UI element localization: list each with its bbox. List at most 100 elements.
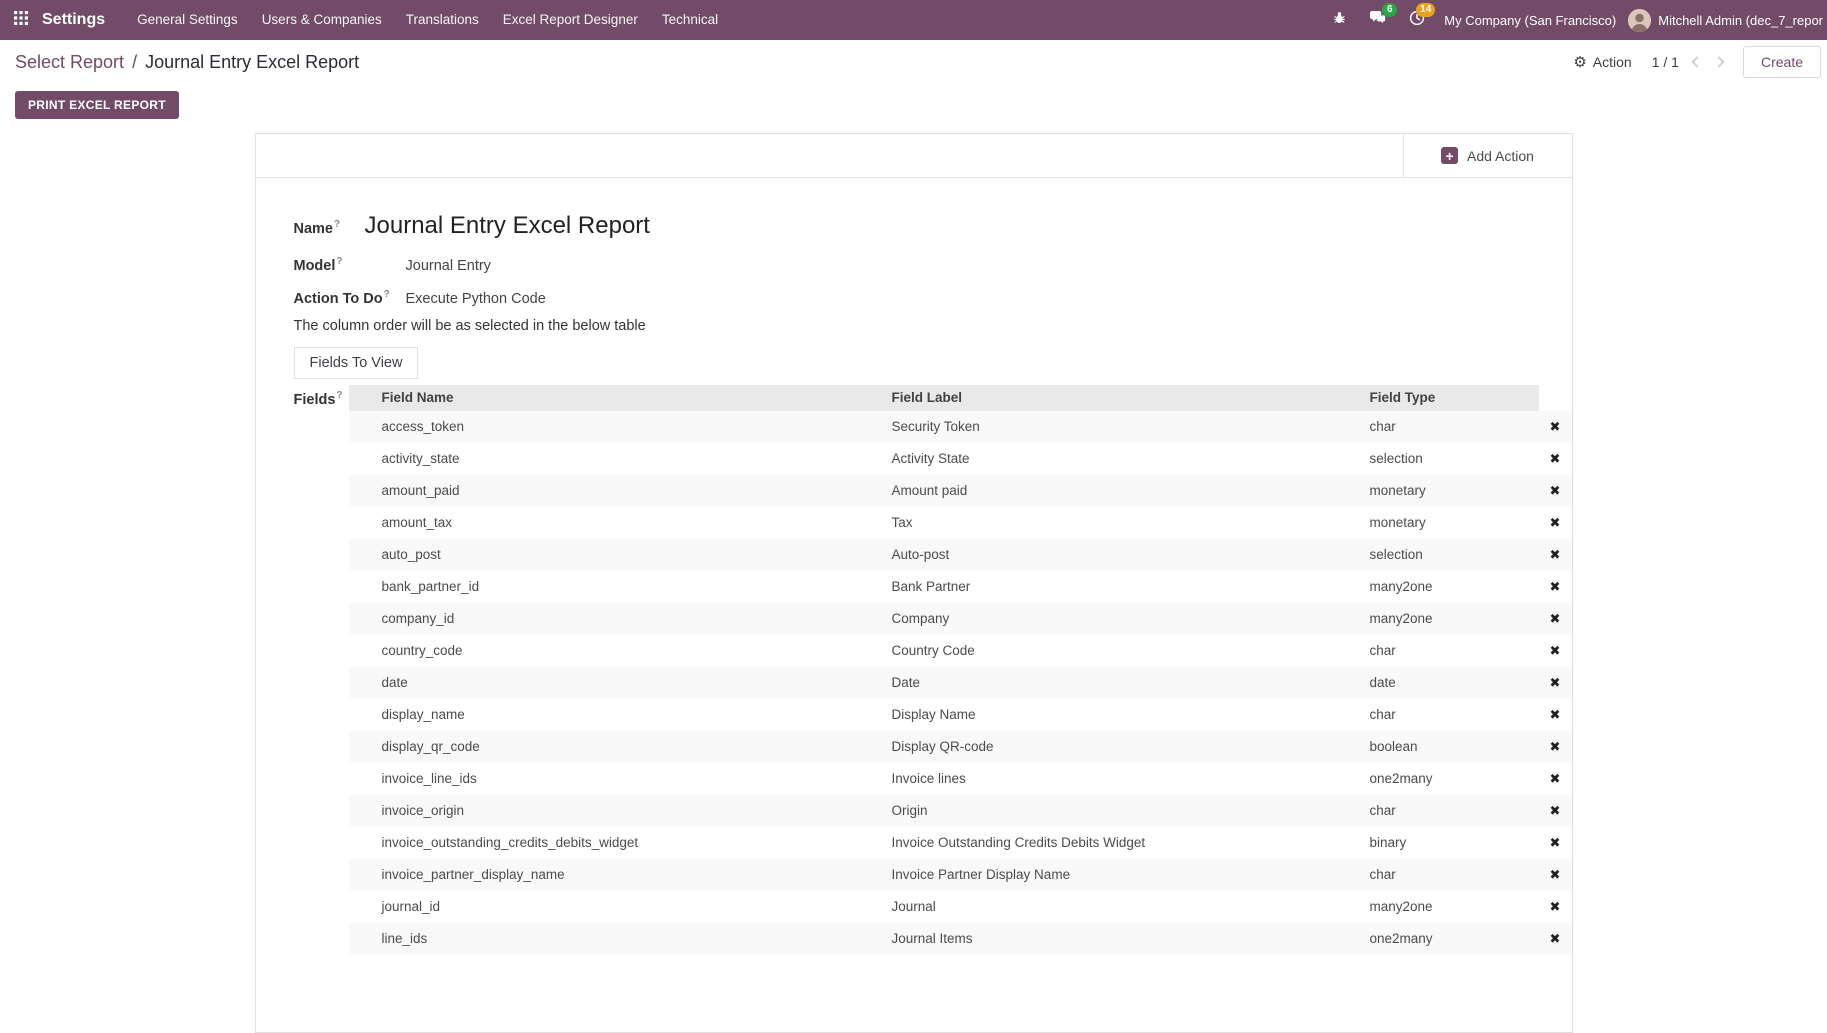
delete-row-button[interactable]: ✖ xyxy=(1539,931,1572,947)
action-to-do-field-value[interactable]: Execute Python Code xyxy=(406,291,546,307)
field-type-cell[interactable]: many2one xyxy=(1370,579,1539,594)
company-switcher[interactable]: My Company (San Francisco) xyxy=(1444,13,1616,28)
field-name-cell[interactable]: invoice_partner_display_name xyxy=(382,867,892,882)
table-row[interactable]: display_name Display Name char ✖ xyxy=(349,699,1572,731)
menu-item-excel-report-designer[interactable]: Excel Report Designer xyxy=(491,0,650,40)
field-name-cell[interactable]: auto_post xyxy=(382,547,892,562)
table-row[interactable]: display_qr_code Display QR-code boolean … xyxy=(349,731,1572,763)
model-field-value[interactable]: Journal Entry xyxy=(406,258,491,274)
field-label-cell[interactable]: Amount paid xyxy=(892,483,1370,498)
field-name-cell[interactable]: journal_id xyxy=(382,899,892,914)
activities-button[interactable]: 14 xyxy=(1398,0,1436,40)
delete-row-button[interactable]: ✖ xyxy=(1539,899,1572,915)
field-label-cell[interactable]: Invoice Outstanding Credits Debits Widge… xyxy=(892,835,1370,850)
field-type-cell[interactable]: date xyxy=(1370,675,1539,690)
field-label-column-header[interactable]: Field Label xyxy=(892,385,1370,411)
debug-mode-button[interactable] xyxy=(1321,0,1358,40)
table-row[interactable]: line_ids Journal Items one2many ✖ xyxy=(349,923,1572,955)
delete-row-button[interactable]: ✖ xyxy=(1539,867,1572,883)
field-name-cell[interactable]: bank_partner_id xyxy=(382,579,892,594)
field-type-cell[interactable]: monetary xyxy=(1370,515,1539,530)
field-label-cell[interactable]: Company xyxy=(892,611,1370,626)
menu-item-users-companies[interactable]: Users & Companies xyxy=(250,0,394,40)
field-type-cell[interactable]: selection xyxy=(1370,547,1539,562)
field-label-cell[interactable]: Invoice lines xyxy=(892,771,1370,786)
table-row[interactable]: auto_post Auto-post selection ✖ xyxy=(349,539,1572,571)
delete-row-button[interactable]: ✖ xyxy=(1539,483,1572,499)
table-row[interactable]: invoice_origin Origin char ✖ xyxy=(349,795,1572,827)
field-type-cell[interactable]: boolean xyxy=(1370,739,1539,754)
field-name-cell[interactable]: line_ids xyxy=(382,931,892,946)
field-label-cell[interactable]: Invoice Partner Display Name xyxy=(892,867,1370,882)
table-row[interactable]: amount_paid Amount paid monetary ✖ xyxy=(349,475,1572,507)
field-type-cell[interactable]: char xyxy=(1370,803,1539,818)
current-app-name[interactable]: Settings xyxy=(42,11,105,29)
field-name-cell[interactable]: display_name xyxy=(382,707,892,722)
field-type-cell[interactable]: one2many xyxy=(1370,931,1539,946)
delete-row-button[interactable]: ✖ xyxy=(1539,707,1572,723)
field-name-column-header[interactable]: Field Name xyxy=(382,385,892,411)
field-label-cell[interactable]: Journal Items xyxy=(892,931,1370,946)
table-row[interactable]: amount_tax Tax monetary ✖ xyxy=(349,507,1572,539)
field-label-cell[interactable]: Display Name xyxy=(892,707,1370,722)
delete-row-button[interactable]: ✖ xyxy=(1539,579,1572,595)
field-label-cell[interactable]: Security Token xyxy=(892,419,1370,434)
delete-row-button[interactable]: ✖ xyxy=(1539,451,1572,467)
tab-fields-to-view[interactable]: Fields To View xyxy=(294,347,419,379)
breadcrumb-parent-link[interactable]: Select Report xyxy=(15,52,124,73)
delete-row-button[interactable]: ✖ xyxy=(1539,611,1572,627)
field-label-cell[interactable]: Journal xyxy=(892,899,1370,914)
print-excel-report-button[interactable]: PRINT EXCEL REPORT xyxy=(15,91,179,119)
field-type-cell[interactable]: char xyxy=(1370,643,1539,658)
add-action-button[interactable]: + Add Action xyxy=(1403,134,1572,177)
field-label-cell[interactable]: Origin xyxy=(892,803,1370,818)
field-type-cell[interactable]: many2one xyxy=(1370,611,1539,626)
table-row[interactable]: invoice_line_ids Invoice lines one2many … xyxy=(349,763,1572,795)
field-label-cell[interactable]: Bank Partner xyxy=(892,579,1370,594)
pager-previous-icon[interactable] xyxy=(1691,56,1702,67)
delete-row-button[interactable]: ✖ xyxy=(1539,835,1572,851)
table-row[interactable]: bank_partner_id Bank Partner many2one ✖ xyxy=(349,571,1572,603)
pager-next-icon[interactable] xyxy=(1713,56,1724,67)
field-name-cell[interactable]: amount_paid xyxy=(382,483,892,498)
delete-row-button[interactable]: ✖ xyxy=(1539,419,1572,435)
user-menu[interactable]: Mitchell Admin (dec_7_repor xyxy=(1658,13,1823,28)
field-type-cell[interactable]: monetary xyxy=(1370,483,1539,498)
field-name-cell[interactable]: access_token xyxy=(382,419,892,434)
field-type-cell[interactable]: char xyxy=(1370,867,1539,882)
field-name-cell[interactable]: display_qr_code xyxy=(382,739,892,754)
delete-row-button[interactable]: ✖ xyxy=(1539,803,1572,819)
table-row[interactable]: invoice_partner_display_name Invoice Par… xyxy=(349,859,1572,891)
menu-item-general-settings[interactable]: General Settings xyxy=(125,0,250,40)
field-type-cell[interactable]: one2many xyxy=(1370,771,1539,786)
field-name-cell[interactable]: invoice_line_ids xyxy=(382,771,892,786)
field-name-cell[interactable]: date xyxy=(382,675,892,690)
messages-button[interactable]: 6 xyxy=(1358,0,1398,40)
field-label-cell[interactable]: Display QR-code xyxy=(892,739,1370,754)
user-avatar[interactable] xyxy=(1628,9,1651,32)
field-label-cell[interactable]: Activity State xyxy=(892,451,1370,466)
field-label-cell[interactable]: Auto-post xyxy=(892,547,1370,562)
name-field-value[interactable]: Journal Entry Excel Report xyxy=(365,211,650,241)
menu-item-technical[interactable]: Technical xyxy=(650,0,730,40)
table-row[interactable]: country_code Country Code char ✖ xyxy=(349,635,1572,667)
delete-row-button[interactable]: ✖ xyxy=(1539,739,1572,755)
delete-row-button[interactable]: ✖ xyxy=(1539,771,1572,787)
field-type-cell[interactable]: many2one xyxy=(1370,899,1539,914)
field-type-cell[interactable]: binary xyxy=(1370,835,1539,850)
field-label-cell[interactable]: Tax xyxy=(892,515,1370,530)
field-name-cell[interactable]: invoice_origin xyxy=(382,803,892,818)
field-name-cell[interactable]: company_id xyxy=(382,611,892,626)
table-row[interactable]: company_id Company many2one ✖ xyxy=(349,603,1572,635)
table-row[interactable]: invoice_outstanding_credits_debits_widge… xyxy=(349,827,1572,859)
delete-row-button[interactable]: ✖ xyxy=(1539,515,1572,531)
field-name-cell[interactable]: amount_tax xyxy=(382,515,892,530)
field-label-cell[interactable]: Date xyxy=(892,675,1370,690)
field-type-column-header[interactable]: Field Type xyxy=(1370,385,1539,411)
field-label-cell[interactable]: Country Code xyxy=(892,643,1370,658)
field-type-cell[interactable]: char xyxy=(1370,419,1539,434)
delete-row-button[interactable]: ✖ xyxy=(1539,547,1572,563)
field-type-cell[interactable]: selection xyxy=(1370,451,1539,466)
field-type-cell[interactable]: char xyxy=(1370,707,1539,722)
field-name-cell[interactable]: country_code xyxy=(382,643,892,658)
